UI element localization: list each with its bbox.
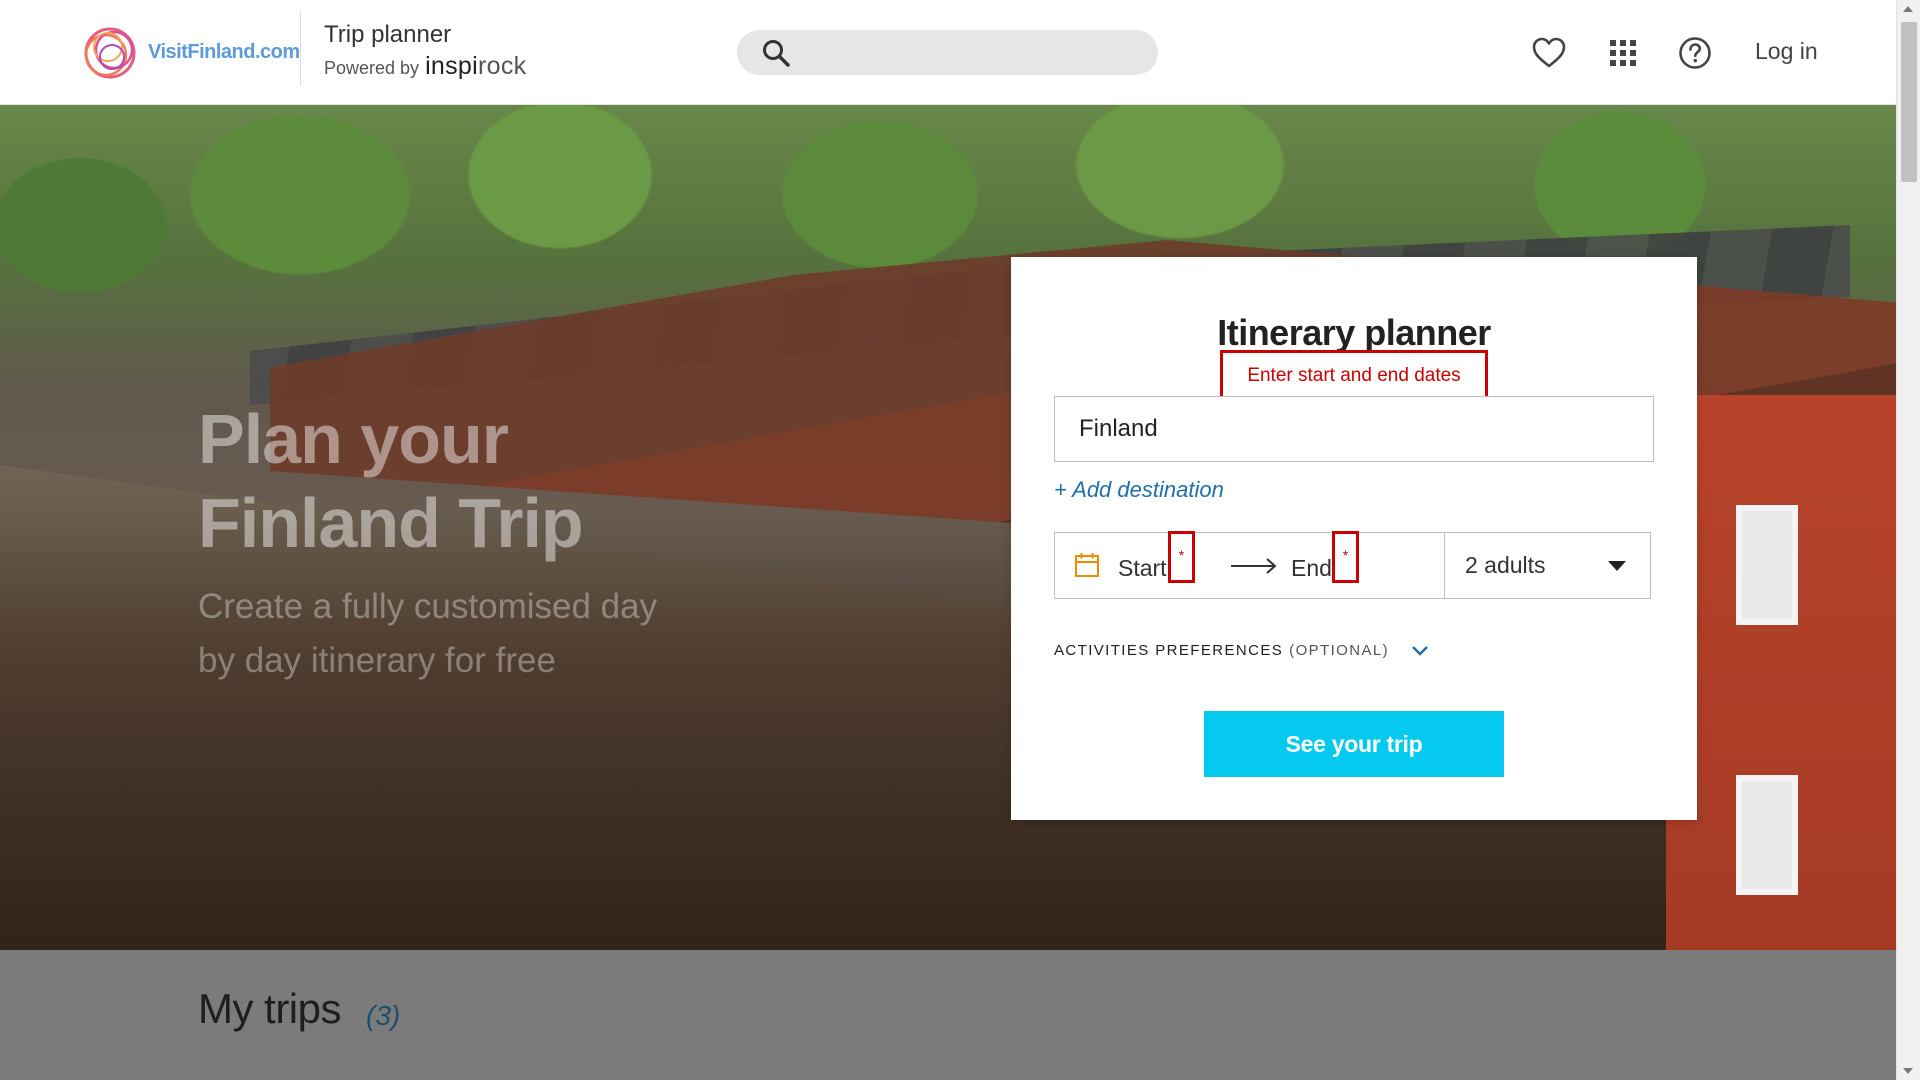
inspirock-logo-inspi: inspi [425, 52, 478, 80]
apps-button[interactable] [1604, 34, 1642, 72]
help-icon [1679, 37, 1711, 69]
page-scrollbar[interactable] [1896, 0, 1920, 1080]
itinerary-planner-card: Itinerary planner Enter start and end da… [1011, 257, 1697, 820]
powered-by-label: Powered by [324, 58, 420, 78]
add-destination-link[interactable]: + Add destination [1054, 477, 1224, 503]
site-header: VisitFinland.com Trip planner Powered by… [0, 0, 1896, 105]
start-required-marker: * [1168, 531, 1195, 583]
my-trips-title: My trips [198, 985, 342, 1032]
calendar-icon [1075, 553, 1099, 577]
product-title: Trip planner [324, 21, 452, 48]
destination-input[interactable] [1054, 396, 1654, 462]
hero-image-red-house [1666, 395, 1896, 950]
search-input[interactable] [803, 42, 1158, 63]
scrollbar-thumb[interactable] [1901, 22, 1917, 182]
arrow-right-icon [1231, 558, 1277, 574]
date-error-message: Enter start and end dates [1220, 350, 1488, 401]
planner-title: Itinerary planner [1217, 312, 1491, 353]
hero-image-window [1736, 505, 1798, 625]
search-bar[interactable] [737, 30, 1158, 75]
my-trips-count: (3) [366, 1000, 401, 1031]
hero-subtitle: Create a fully customised day by day iti… [198, 587, 658, 680]
favorites-button[interactable] [1530, 34, 1568, 72]
visitfinland-logo-icon [84, 27, 136, 79]
header-divider [300, 12, 301, 86]
brand-text: VisitFinland.com [148, 40, 300, 63]
activities-preferences-toggle[interactable]: ACTIVITIES PREFERENCES (OPTIONAL) [1054, 642, 1429, 659]
dates-travellers-row: Start * End * 2 adults [1054, 531, 1651, 599]
end-required-marker: * [1332, 531, 1359, 583]
scroll-down-arrow-icon[interactable] [1903, 1068, 1913, 1074]
activities-optional-label: (OPTIONAL) [1289, 642, 1390, 659]
login-link[interactable]: Log in [1755, 38, 1818, 65]
start-date-field[interactable]: Start [1118, 555, 1167, 582]
inspirock-logo[interactable]: inspirock [425, 52, 526, 81]
caret-down-icon [1608, 560, 1626, 571]
chevron-down-icon [1412, 646, 1428, 656]
date-range-picker[interactable]: Start * End * [1055, 531, 1445, 598]
travellers-value: 2 adults [1465, 552, 1546, 578]
search-icon [763, 39, 790, 67]
hero-title: Plan your Finland Trip [198, 400, 584, 562]
activities-label: ACTIVITIES PREFERENCES [1054, 642, 1284, 659]
end-date-field[interactable]: End [1291, 555, 1332, 582]
help-button[interactable] [1676, 34, 1714, 72]
hero-image-window [1736, 775, 1798, 895]
powered-by: Powered by inspirock [324, 52, 526, 81]
scroll-up-arrow-icon[interactable] [1903, 6, 1913, 12]
apps-grid-icon [1610, 40, 1636, 66]
heart-icon [1532, 37, 1566, 68]
visitfinland-logo[interactable]: VisitFinland.com [74, 17, 300, 87]
inspirock-logo-rock: rock [477, 52, 527, 80]
see-your-trip-button[interactable]: See your trip [1204, 711, 1504, 777]
travellers-dropdown[interactable]: 2 adults [1445, 533, 1650, 598]
